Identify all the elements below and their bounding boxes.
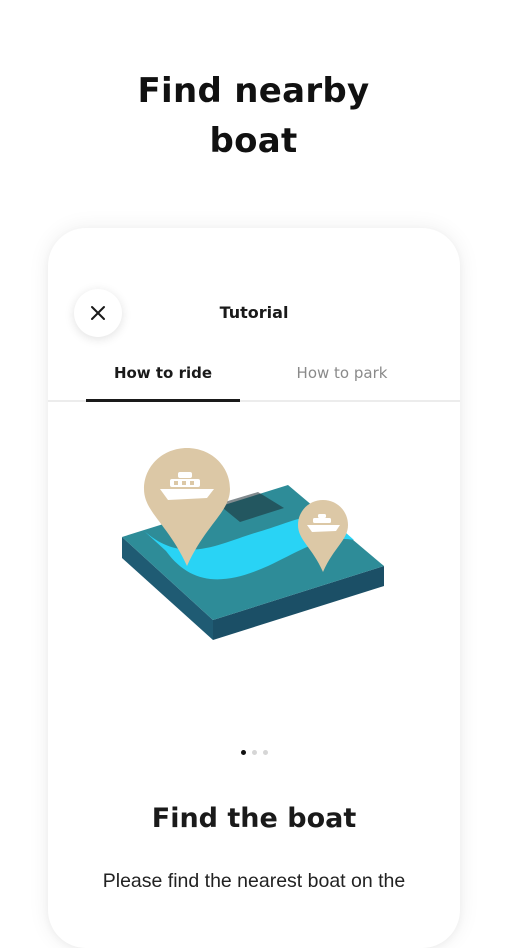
pagination-dot-2[interactable] (251, 750, 257, 755)
hero-title-line-2: boat (209, 121, 298, 161)
pagination-dot-1[interactable] (240, 750, 246, 755)
pagination-dot-3[interactable] (262, 750, 268, 755)
tab-how-to-ride[interactable]: How to ride (86, 352, 240, 402)
hero-title: Find nearby boat (0, 66, 507, 166)
boat-map-illustration (122, 448, 384, 640)
card-text: Please find the nearest boat on the (102, 870, 406, 892)
tab-how-to-park[interactable]: How to park (265, 352, 419, 400)
tab-bar: How to ride How to park (48, 352, 460, 402)
card-title: Find the boat (151, 803, 357, 834)
screen-title: Tutorial (219, 303, 289, 322)
phone-screen: Tutorial How to ride How to park Find th… (48, 228, 460, 948)
pagination-dots (48, 750, 460, 755)
hero-title-line-1: Find nearby (137, 71, 370, 111)
